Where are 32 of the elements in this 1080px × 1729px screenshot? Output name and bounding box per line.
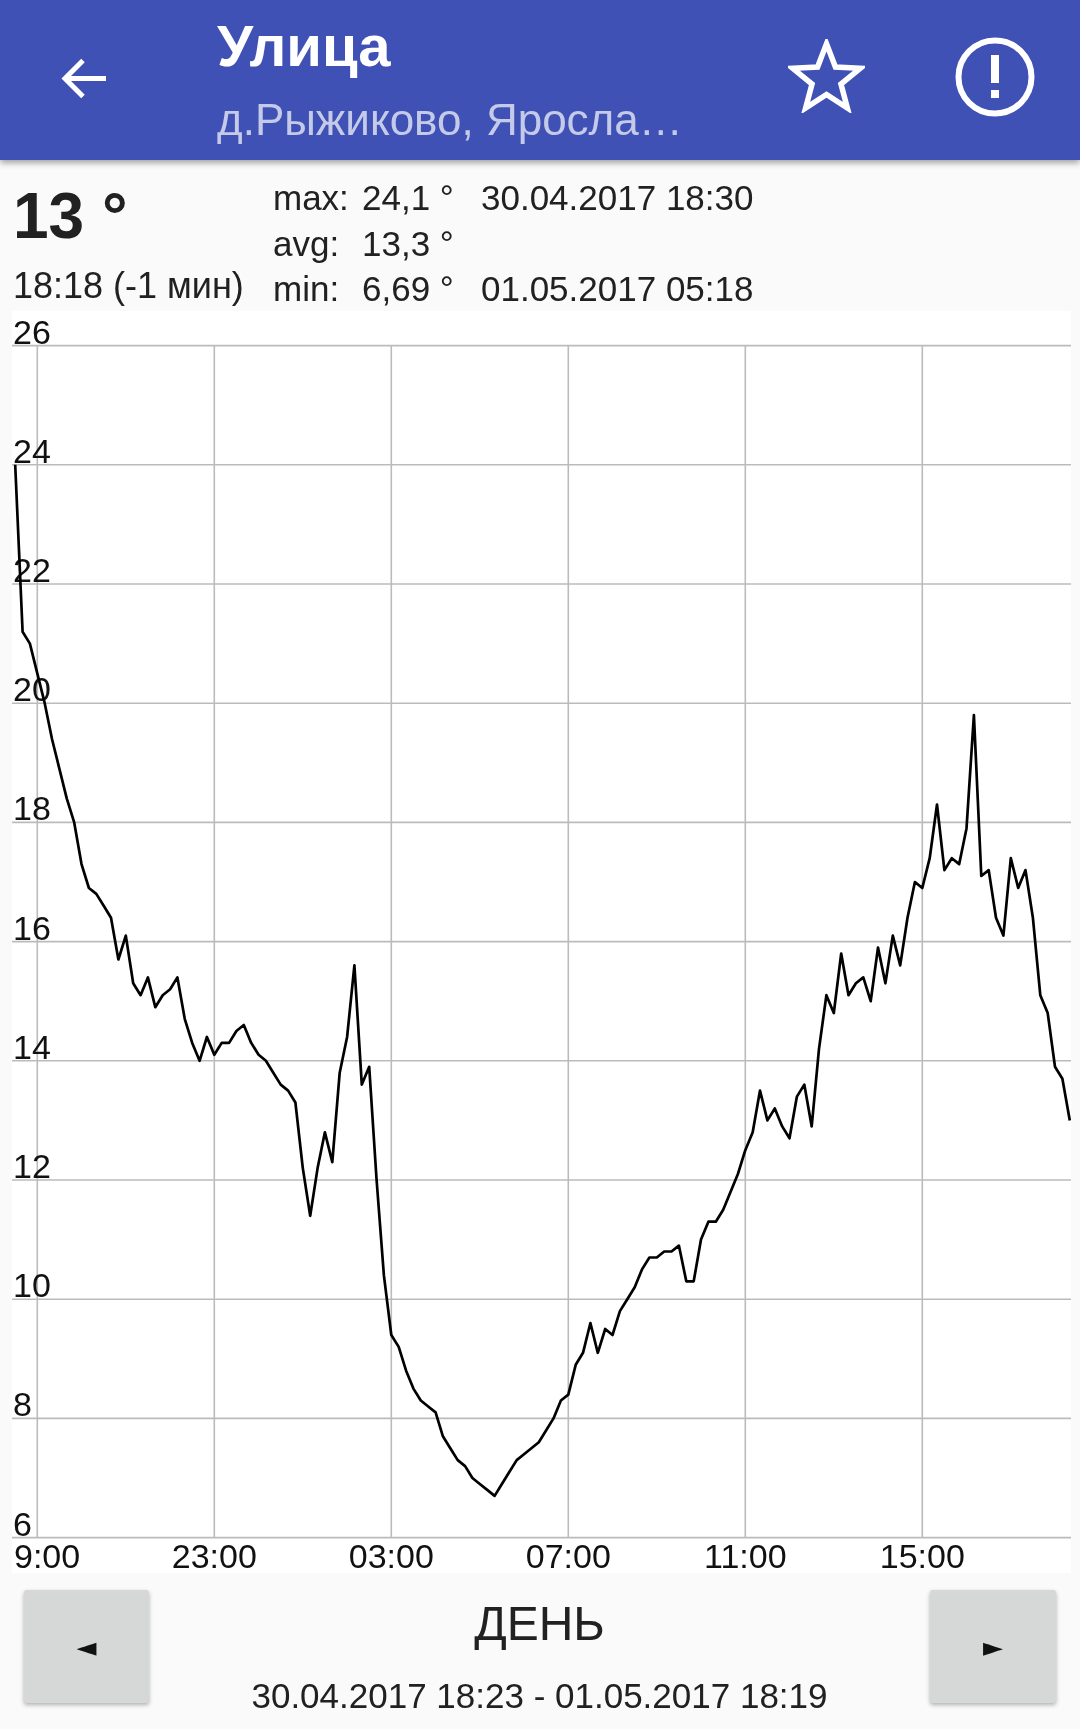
period-label: ДЕНЬ [474, 1596, 605, 1652]
axis-tick-label: 14 [13, 1027, 51, 1066]
axis-tick-label: 24 [13, 431, 51, 470]
axis-tick-label: 16 [13, 908, 51, 947]
axis-tick-label: 11:00 [704, 1537, 787, 1573]
stat-value: 6,69 ° [362, 268, 454, 310]
axis-tick-label: 18 [13, 789, 51, 828]
back-arrow-icon[interactable] [60, 57, 108, 100]
update-time: 18:18 (-1 мин) [13, 264, 244, 308]
exclamation-circle-icon[interactable] [955, 37, 1035, 117]
star-icon[interactable] [788, 39, 865, 113]
axis-tick-label: 07:00 [525, 1537, 611, 1573]
stat-label: avg: [273, 222, 340, 265]
stat-label: max: [273, 177, 349, 219]
current-temperature: 13 ° [13, 181, 128, 251]
axis-tick-label: 12 [13, 1147, 51, 1185]
axis-tick-label: 23:00 [171, 1537, 257, 1573]
next-button[interactable]: ► [930, 1590, 1056, 1703]
stat-timestamp: 01.05.2017 05:18 [481, 268, 754, 310]
axis-tick-label: 10 [13, 1266, 51, 1305]
axis-tick-label: 03:00 [348, 1537, 434, 1573]
axis-tick-label: 26 [13, 312, 51, 351]
axis-tick-label: 15:00 [879, 1537, 965, 1573]
axis-tick-label: 8 [13, 1385, 32, 1424]
previous-button[interactable]: ◄ [24, 1590, 149, 1703]
location-subtitle: д.Рыжиково, Яросла… [217, 94, 683, 146]
stat-timestamp: 30.04.2017 18:30 [481, 177, 754, 219]
stat-value: 24,1 ° [362, 177, 454, 219]
period-range: 30.04.2017 18:23 - 01.05.2017 18:19 [251, 1675, 828, 1717]
screen-title: Улица [217, 12, 391, 80]
stat-value: 13,3 ° [362, 222, 454, 265]
stat-label: min: [273, 268, 340, 310]
